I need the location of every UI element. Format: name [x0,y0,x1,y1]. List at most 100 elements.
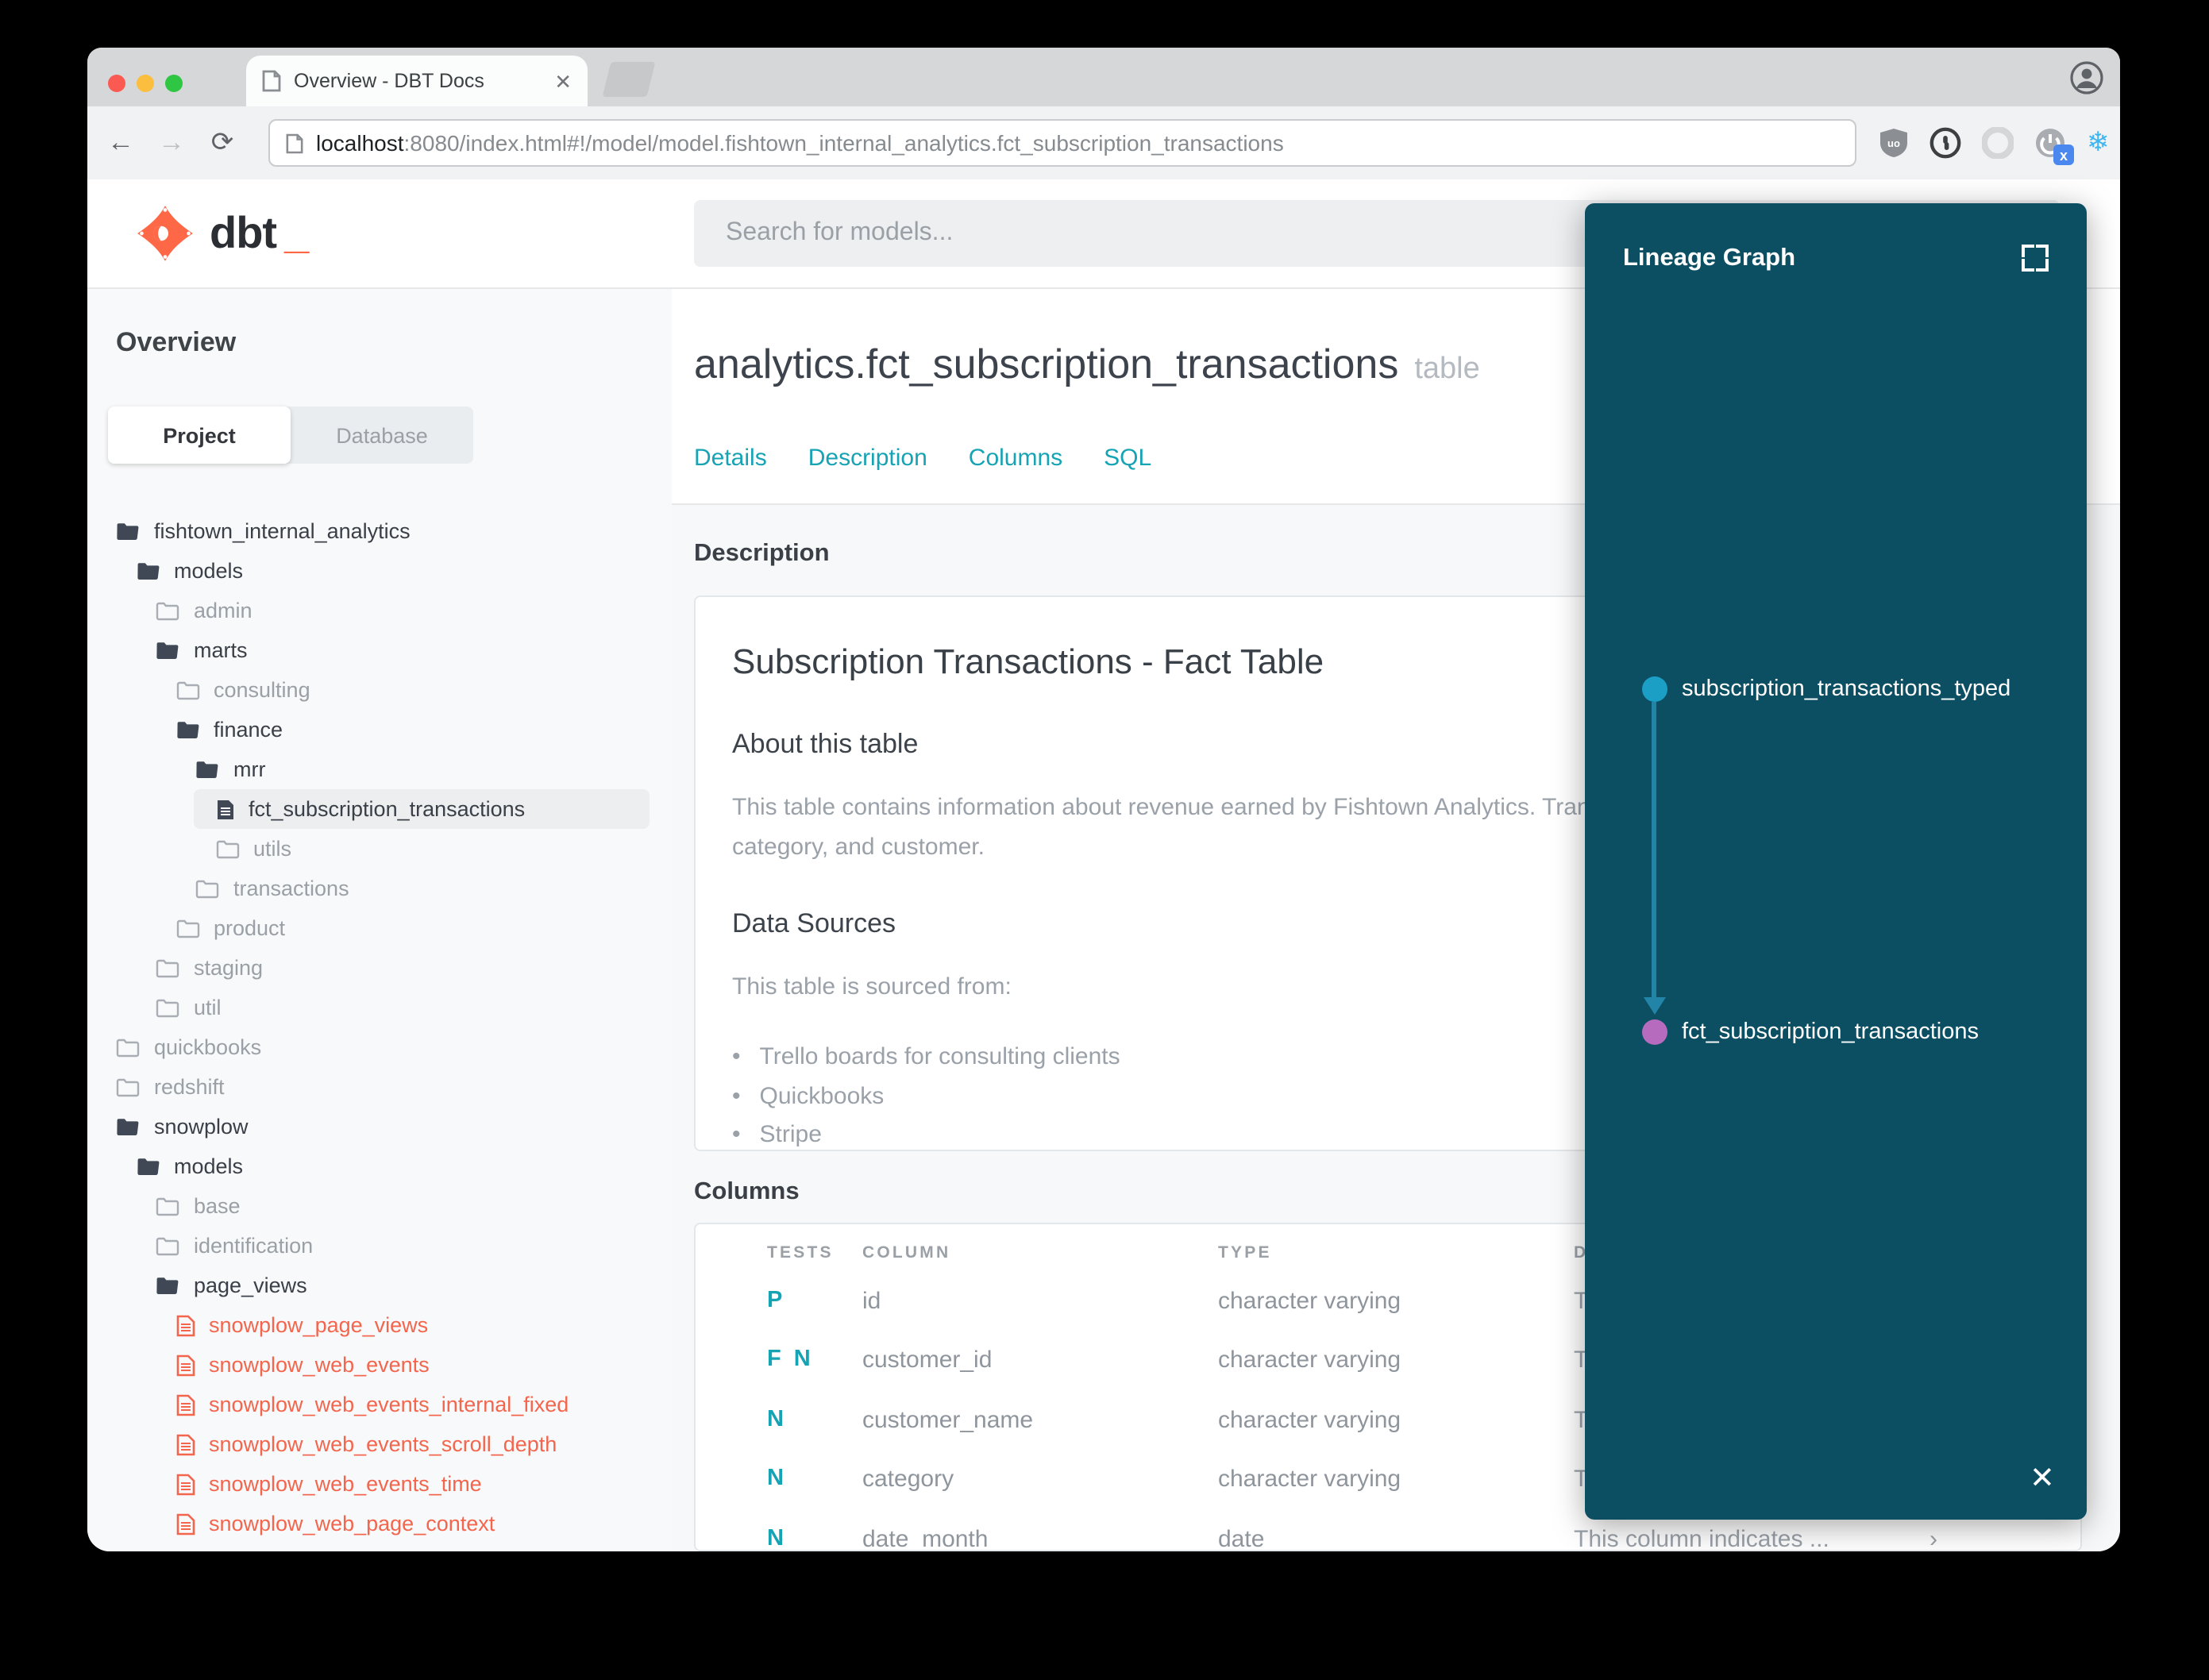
model-tab-description[interactable]: Description [808,445,927,472]
tree-item-consulting[interactable]: consulting [87,670,672,710]
source-toggle: Project Database [108,407,473,464]
cell-type: character varying [1218,1347,1401,1374]
tab-close-icon[interactable]: ✕ [554,71,572,91]
tree-item-snowplow_web_events_time[interactable]: snowplow_web_events_time [87,1464,672,1504]
column-header-column: COLUMN [862,1243,951,1262]
lineage-graph-title: Lineage Graph [1623,245,1796,272]
tree-item-identification[interactable]: identification [87,1226,672,1266]
tree-item-label: utils [253,837,292,861]
folder-icon [215,839,239,858]
ublock-shield-icon[interactable]: uo [1879,127,1909,159]
browser-toolbar: ← → ⟳ localhost:8080/index.html#!/model/… [87,106,2120,179]
tree-item-util[interactable]: util [87,988,672,1027]
tab-database[interactable]: Database [291,407,473,464]
cell-column: category [862,1466,954,1493]
folder-open-icon [195,760,219,779]
lineage-edge-arrowhead-icon [1643,997,1665,1015]
file-icon [215,798,234,820]
tree-item-snowplow_page_views[interactable]: snowplow_page_views [87,1305,672,1345]
model-tab-details[interactable]: Details [694,445,767,472]
new-tab-button[interactable] [602,62,656,97]
tree-item-models[interactable]: models [87,1146,672,1186]
power-blocker-icon[interactable]: x [2034,127,2074,165]
zoom-window-button[interactable] [165,75,183,92]
file-icon [175,1473,195,1495]
lineage-node-fct_subscription_transactions[interactable]: fct_subscription_transactions [1642,1019,1979,1045]
close-icon[interactable]: ✕ [2030,1461,2055,1497]
row-expand-chevron-icon[interactable]: › [1930,1525,1937,1550]
tree-item-label: models [174,1154,244,1178]
expand-fullscreen-icon[interactable] [2022,245,2049,272]
file-icon [175,1354,195,1376]
snowflake-icon[interactable]: ❄ [2087,127,2110,159]
lineage-node-subscription_transactions_typed[interactable]: subscription_transactions_typed [1642,676,2010,702]
page-icon [286,133,303,153]
tree-item-snowplow_web_events[interactable]: snowplow_web_events [87,1345,672,1385]
folder-open-icon [136,1157,160,1176]
address-bar[interactable]: localhost:8080/index.html#!/model/model.… [268,119,1856,167]
svg-text:uo: uo [1887,137,1900,149]
folder-icon [175,919,199,938]
data-sources-heading: Data Sources [732,908,896,938]
tree-item-fct_subscription_transactions[interactable]: fct_subscription_transactions [193,789,650,829]
file-tree: fishtown_internal_analyticsmodels admin ma… [87,511,672,1543]
dbt-logo[interactable]: dbt _ [135,203,309,264]
tree-item-models[interactable]: models [87,551,672,591]
url-text: localhost:8080/index.html#!/model/model.… [316,130,1284,156]
tree-item-admin[interactable]: admin [87,591,672,630]
folder-icon [156,601,179,620]
model-tab-sql[interactable]: SQL [1104,445,1151,472]
tree-item-product[interactable]: product [87,908,672,948]
close-window-button[interactable] [108,75,125,92]
tree-item-page_views[interactable]: page_views [87,1266,672,1305]
tree-item-redshift[interactable]: redshift [87,1067,672,1107]
file-icon [175,1393,195,1416]
cell-type: character varying [1218,1466,1401,1493]
column-header-tests: TESTS [767,1243,834,1262]
browser-tab-strip: Overview - DBT Docs ✕ [87,48,2120,106]
tree-item-mrr[interactable]: mrr [87,749,672,789]
browser-profile-icon[interactable] [2069,60,2104,95]
tab-project[interactable]: Project [108,407,291,464]
dbt-logo-mark-icon [135,203,195,264]
sidebar: Overview Project Database fishtown_inter… [87,289,672,1551]
cell-tests: F N [767,1347,814,1373]
tree-item-transactions[interactable]: transactions [87,869,672,908]
tree-item-label: snowplow [154,1115,249,1139]
tree-item-label: snowplow_web_events_internal_fixed [209,1393,569,1416]
cell-description: This column indicates ... [1574,1525,1829,1551]
browser-tab[interactable]: Overview - DBT Docs ✕ [246,56,588,106]
folder-open-icon [156,641,179,660]
tree-item-label: snowplow_page_views [209,1313,429,1337]
tree-item-label: models [174,559,244,583]
tree-item-staging[interactable]: staging [87,948,672,988]
cell-type: date [1218,1525,1265,1551]
cell-column: customer_id [862,1347,993,1374]
description-section-label: Description [694,540,830,567]
tree-item-snowplow[interactable]: snowplow [87,1107,672,1146]
minimize-window-button[interactable] [137,75,154,92]
back-button[interactable]: ← [106,127,135,159]
file-icon [175,1433,195,1455]
tree-item-label: transactions [233,877,349,900]
tree-item-label: fct_subscription_transactions [249,797,526,821]
tree-item-snowplow_web_events_internal_fixed[interactable]: snowplow_web_events_internal_fixed [87,1385,672,1424]
cell-type: character varying [1218,1406,1401,1434]
folder-icon [195,879,219,898]
folder-icon [116,1038,140,1057]
tree-item-quickbooks[interactable]: quickbooks [87,1027,672,1067]
materialization-badge: table [1414,353,1480,386]
opera-ring-icon[interactable] [1982,127,2014,159]
tree-item-fishtown_internal_analytics[interactable]: fishtown_internal_analytics [87,511,672,551]
tree-item-utils[interactable]: utils [87,829,672,869]
1password-icon[interactable] [1930,127,1961,159]
tree-item-finance[interactable]: finance [87,710,672,749]
tree-item-snowplow_web_page_context[interactable]: snowplow_web_page_context [87,1504,672,1543]
tree-item-snowplow_web_events_scroll_depth[interactable]: snowplow_web_events_scroll_depth [87,1424,672,1464]
reload-button[interactable]: ⟳ [208,127,237,159]
tree-item-label: snowplow_web_events_time [209,1472,482,1496]
about-paragraph-line2: category, and customer. [732,834,985,861]
tree-item-base[interactable]: base [87,1186,672,1226]
model-tab-columns[interactable]: Columns [969,445,1062,472]
tree-item-marts[interactable]: marts [87,630,672,670]
